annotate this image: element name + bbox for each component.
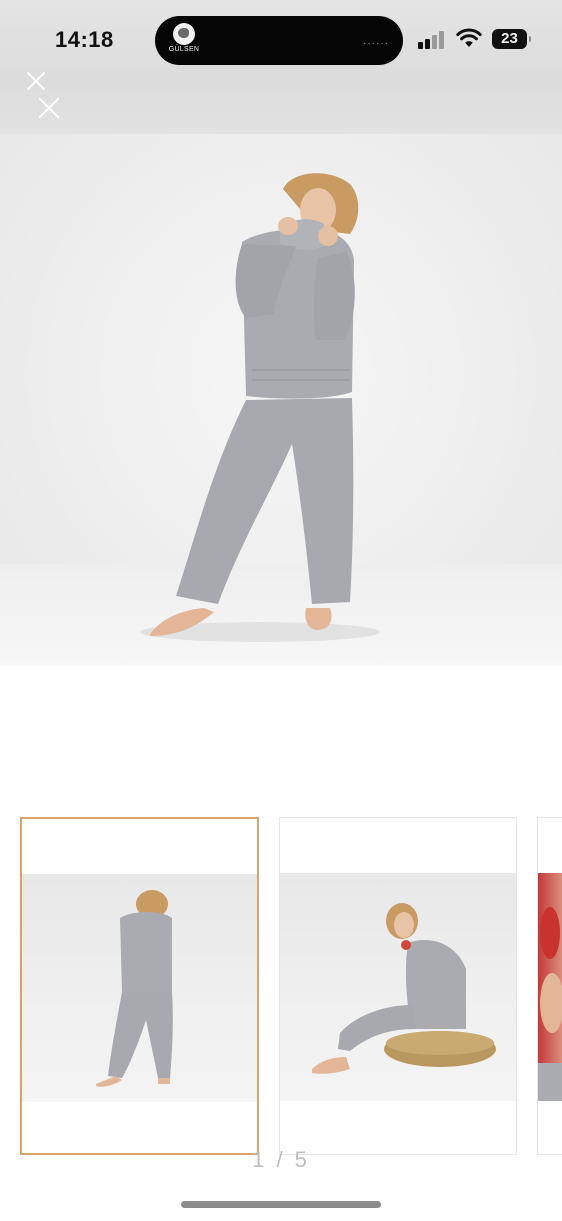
close-icon[interactable]	[25, 70, 47, 92]
model-figure	[140, 173, 380, 642]
status-bar: 14:18 GÜLSEN ······ 23	[0, 0, 562, 134]
island-activity-dots: ······	[363, 38, 389, 49]
pagination-indicator: 1 / 5	[252, 1147, 310, 1172]
main-product-image[interactable]	[0, 134, 562, 666]
thumbnail-1[interactable]	[20, 817, 259, 1155]
cellular-signal-icon	[418, 31, 448, 49]
battery-icon: 23	[492, 29, 531, 49]
brand-logo-text: GÜLSEN	[168, 46, 200, 53]
thumbnail-2[interactable]	[279, 817, 517, 1155]
status-time: 14:18	[55, 27, 114, 52]
dynamic-island[interactable]: GÜLSEN ······	[155, 16, 403, 65]
wifi-icon	[456, 28, 482, 53]
thumbnail-image	[538, 907, 562, 1101]
home-indicator[interactable]	[181, 1201, 381, 1208]
thumbnail-3[interactable]	[537, 817, 562, 1155]
close-button[interactable]	[38, 97, 60, 119]
thumbnail-image	[312, 903, 496, 1074]
thumbnail-image	[96, 890, 173, 1087]
brand-logo: GÜLSEN	[167, 23, 201, 57]
battery-level: 23	[501, 30, 518, 47]
